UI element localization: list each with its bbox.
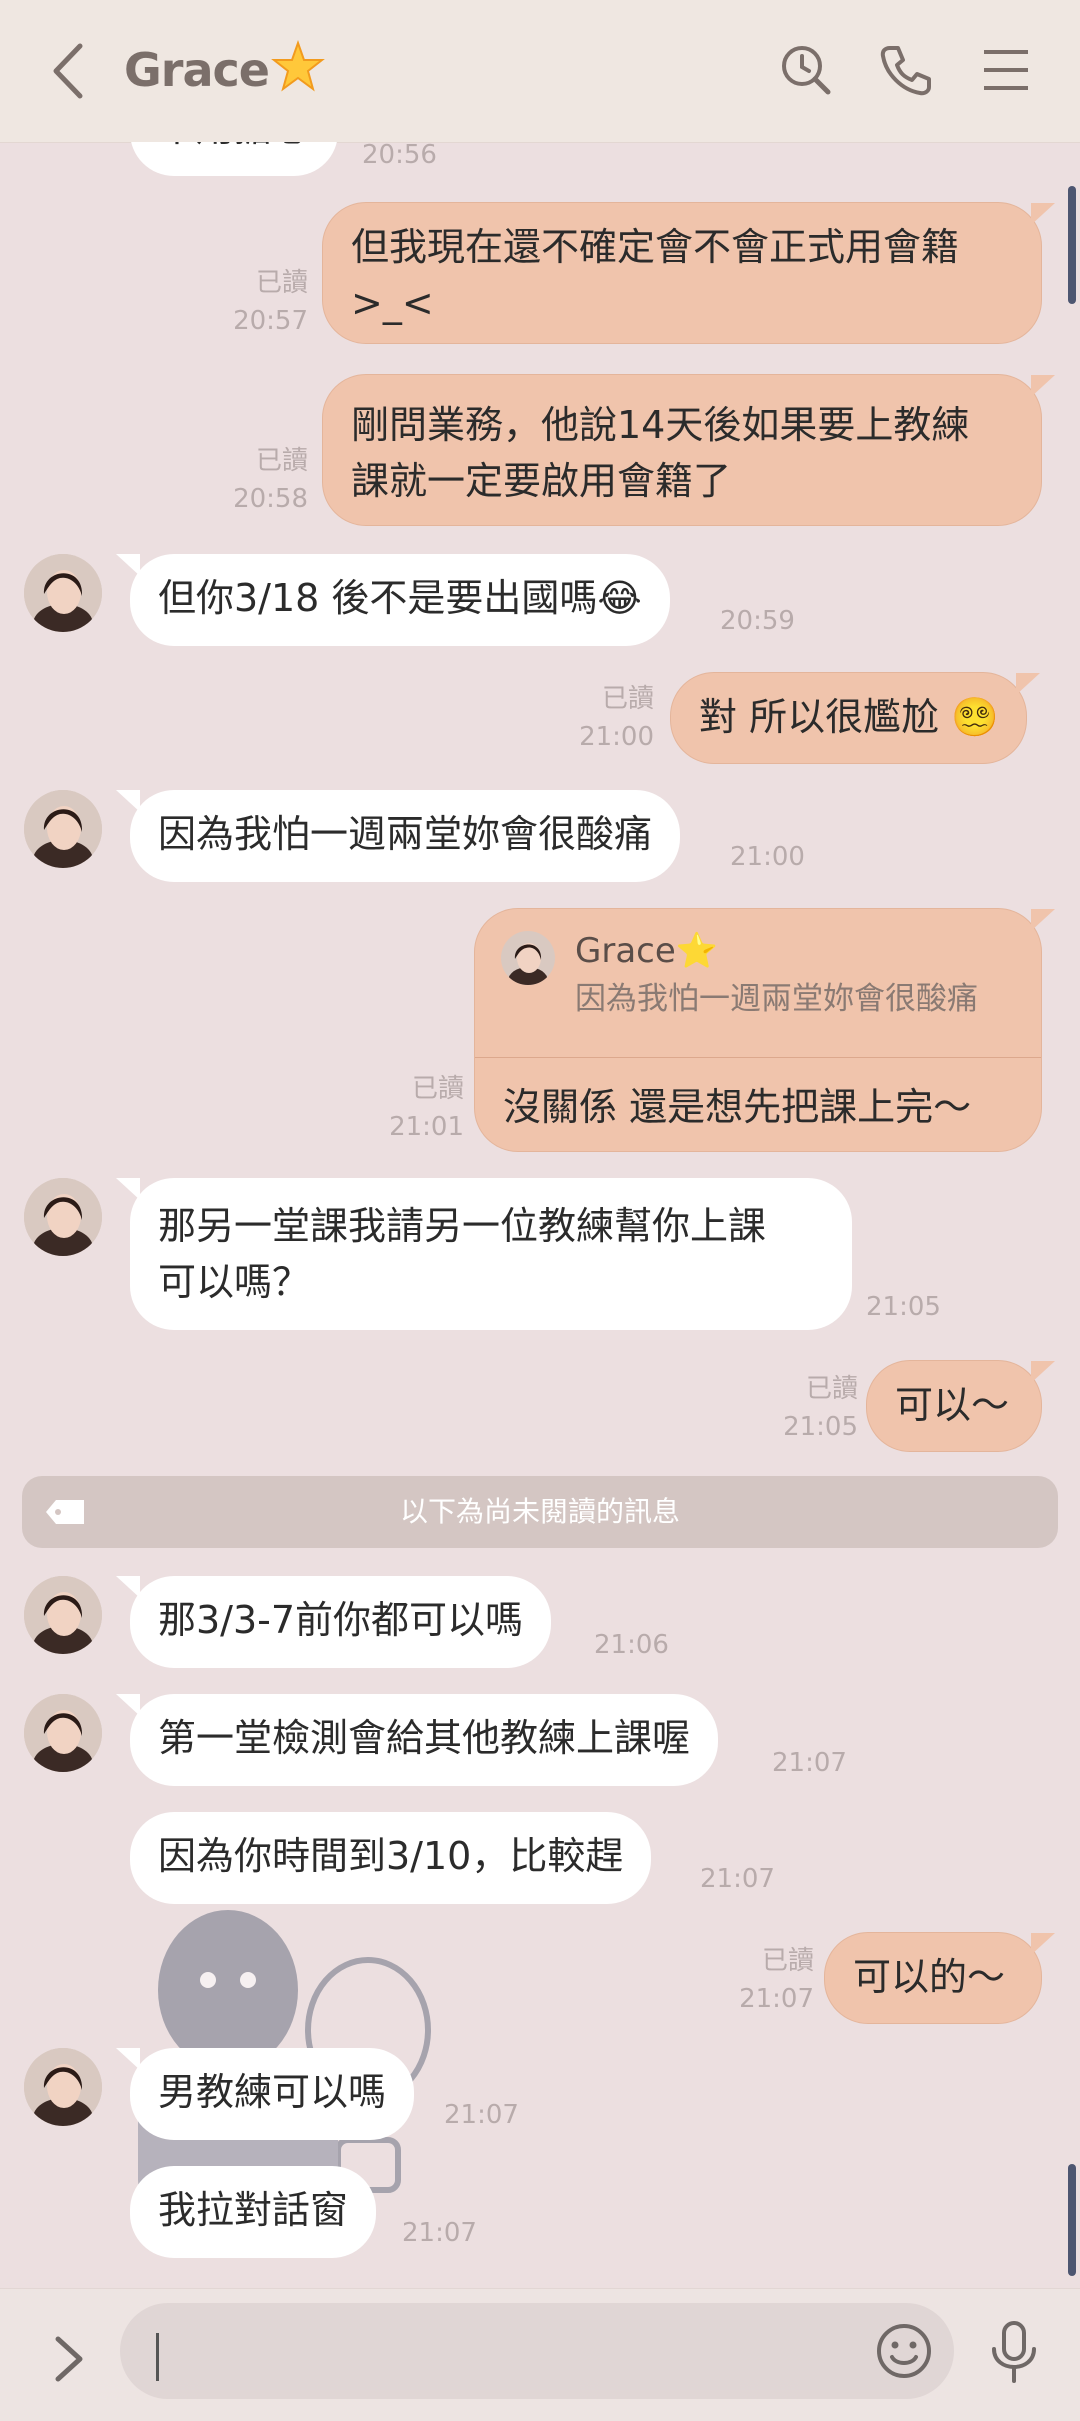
unread-divider-text: 以下為尚未閱讀的訊息 — [399, 1495, 680, 1528]
back-icon[interactable] — [40, 38, 100, 104]
reply-message[interactable]: Grace⭐ 因為我怕一週兩堂妳會很酸痛 沒關係 還是想先把課上完～ — [474, 908, 1055, 1152]
message-time: 21:07 — [402, 2218, 477, 2248]
message-time: 21:07 — [444, 2100, 519, 2130]
message-text: 對 所以很尷尬 😵‍💫 — [699, 695, 999, 739]
contact-avatar[interactable] — [24, 1576, 102, 1654]
contact-avatar[interactable] — [24, 790, 102, 868]
incoming-message[interactable]: 男教練可以嗎 — [115, 2048, 415, 2140]
quoted-text: 因為我怕一週兩堂妳會很酸痛 — [575, 981, 978, 1017]
incoming-message[interactable]: 那另一堂課我請另一位教練幫你上課 可以嗎？ — [116, 1178, 852, 1330]
composer-bar — [0, 2288, 1080, 2421]
message-text-line: 課就一定要啟用會籍了 — [351, 459, 732, 503]
message-input[interactable] — [120, 2303, 954, 2399]
outgoing-message[interactable]: 但我現在還不確定會不會正式用會籍 >_< — [322, 202, 1055, 344]
message-text: 可以的～ — [853, 1955, 1006, 1999]
chat-title[interactable]: Grace — [124, 40, 325, 97]
incoming-message[interactable]: 但你3/18 後不是要出國嗎😂 — [116, 554, 670, 646]
contact-avatar[interactable] — [24, 1178, 102, 1256]
incoming-message[interactable]: 因為我怕一週兩堂妳會很酸痛 — [115, 790, 681, 882]
expand-icon[interactable] — [44, 2329, 94, 2389]
contact-avatar[interactable] — [24, 2048, 102, 2126]
menu-icon[interactable] — [976, 40, 1036, 100]
outgoing-message[interactable]: 剛問業務，他說14天後如果要上教練 課就一定要啟用會籍了 — [322, 374, 1055, 526]
contact-avatar[interactable] — [24, 554, 102, 632]
incoming-message[interactable]: 我拉對話窗 — [130, 2166, 377, 2258]
unread-divider: 以下為尚未閱讀的訊息 — [22, 1476, 1058, 1548]
message-time: 20:56 — [362, 142, 437, 170]
phone-icon[interactable] — [876, 40, 936, 100]
message-text: 那3/3-7前你都可以嗎 — [158, 1598, 524, 1642]
scrollbar-bottom[interactable] — [1068, 2164, 1076, 2276]
message-time: 20:59 — [720, 606, 795, 636]
message-text: 不用擔心 — [158, 142, 310, 150]
message-text-line: 但我現在還不確定會不會正式用會籍 — [351, 225, 960, 269]
read-receipt: 已讀 21:07 — [739, 1946, 814, 2014]
message-text: 第一堂檢測會給其他教練上課喔 — [158, 1716, 691, 1760]
emoji-icon[interactable] — [874, 2321, 934, 2381]
read-receipt: 已讀 21:05 — [783, 1374, 858, 1442]
message-text: 但你3/18 後不是要出國嗎😂 — [158, 576, 642, 620]
outgoing-message[interactable]: 可以～ — [866, 1360, 1055, 1452]
message-text-line: 剛問業務，他說14天後如果要上教練 — [351, 403, 970, 447]
message-text: 男教練可以嗎 — [158, 2070, 387, 2114]
incoming-message[interactable]: 第一堂檢測會給其他教練上課喔 — [115, 1694, 719, 1786]
text-caret — [156, 2333, 159, 2381]
tag-icon — [46, 1500, 84, 1524]
incoming-message[interactable]: 那3/3-7前你都可以嗎 — [115, 1576, 552, 1668]
incoming-message[interactable]: 因為你時間到3/10，比較趕 — [130, 1812, 652, 1904]
star-emoji-icon — [271, 40, 325, 92]
message-time: 21:00 — [730, 842, 805, 872]
message-text: 可以～ — [895, 1383, 1010, 1427]
incoming-message[interactable]: 不用擔心 — [130, 142, 339, 176]
message-text: 我拉對話窗 — [158, 2188, 349, 2232]
contact-name: Grace — [124, 43, 270, 97]
history-search-icon[interactable] — [776, 40, 836, 100]
read-receipt: 已讀 21:01 — [389, 1074, 464, 1142]
message-time: 21:05 — [866, 1292, 941, 1322]
message-time: 21:07 — [772, 1748, 847, 1778]
message-text: 沒關係 還是想先把課上完～ — [503, 1085, 972, 1129]
microphone-icon[interactable] — [984, 2317, 1044, 2387]
message-time: 21:07 — [700, 1864, 775, 1894]
message-text-line: >_< — [351, 281, 434, 325]
contact-avatar[interactable] — [24, 1694, 102, 1772]
read-receipt: 已讀 20:57 — [233, 268, 308, 336]
outgoing-message[interactable]: 對 所以很尷尬 😵‍💫 — [670, 672, 1041, 764]
message-list[interactable]: 不用擔心 20:56 已讀20:57 但我現在還不確定會不會正式用會籍 >_< … — [0, 142, 1080, 2287]
read-receipt: 已讀 21:00 — [579, 684, 654, 752]
chat-header: Grace — [0, 0, 1080, 143]
message-text: 因為我怕一週兩堂妳會很酸痛 — [158, 812, 653, 856]
message-text-line: 那另一堂課我請另一位教練幫你上課 — [158, 1204, 767, 1248]
read-receipt: 已讀 20:58 — [233, 446, 308, 514]
quoted-avatar — [501, 931, 555, 985]
outgoing-message[interactable]: 可以的～ — [824, 1932, 1055, 2024]
message-text-line: 可以嗎？ — [158, 1260, 311, 1304]
reply-divider — [475, 1057, 1041, 1058]
message-text: 因為你時間到3/10，比較趕 — [158, 1834, 624, 1878]
message-time: 21:06 — [594, 1630, 669, 1660]
